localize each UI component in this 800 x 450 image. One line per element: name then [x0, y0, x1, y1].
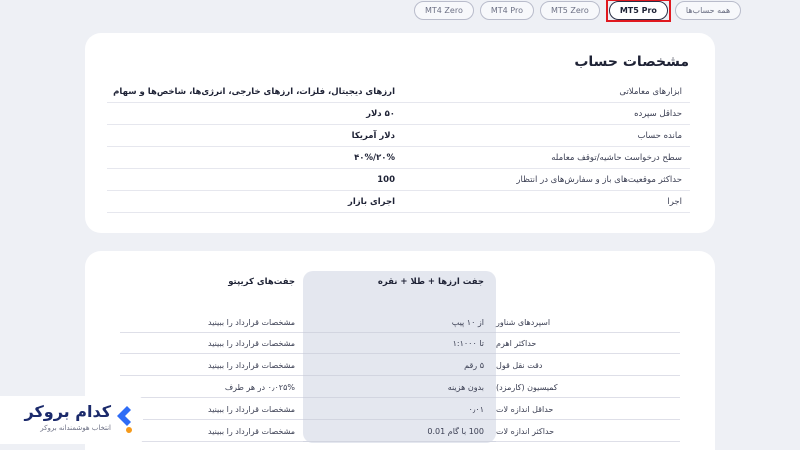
tab-mt4-pro[interactable]: MT4 Pro [479, 1, 534, 20]
table-row: حداقل اندازه لات ۰٫۰۱ مشخصات قرارداد را … [120, 399, 680, 420]
account-type-tabs: MT4 Zero MT4 Pro MT5 Zero MT5 Pro همه حس… [414, 0, 747, 22]
row-label: اسپردهای شناور [496, 312, 680, 333]
tab-mt5-zero[interactable]: MT5 Zero [539, 1, 600, 20]
table-row: اجرا اجرای بازار [107, 191, 690, 213]
account-specs-title: مشخصات حساب [574, 54, 689, 70]
row-value: ارزهای دیجیتال، فلزات، ارزهای خارجی، انر… [113, 86, 395, 97]
table-row: حداکثر موقعیت‌های باز و سفارش‌های در انت… [107, 169, 690, 191]
row-label: دقت نقل قول [496, 355, 680, 376]
table-row: ابزارهای معاملاتی ارزهای دیجیتال، فلزات،… [107, 81, 690, 103]
row-crypto-value: مشخصات قرارداد را ببینید [120, 399, 303, 420]
table-row: حداکثر اهرم تا ۱:۱۰۰۰ مشخصات قرارداد را … [120, 333, 680, 354]
logo-mark-icon [117, 406, 132, 433]
row-forex-value: تا ۱:۱۰۰۰ [303, 333, 496, 354]
row-value: 100 [377, 174, 395, 185]
table-row: حداقل سپرده ۵۰ دلار [107, 103, 690, 125]
logo-tagline: انتخاب هوشمندانه بروکر [40, 424, 111, 432]
row-forex-value: 100 با گام 0.01 [303, 421, 496, 442]
row-label: حداقل اندازه لات [496, 399, 680, 420]
brand-logo: کدام بروکر انتخاب هوشمندانه بروکر [0, 396, 143, 444]
row-forex-value: بدون هزینه [303, 377, 496, 398]
row-crypto-value: مشخصات قرارداد را ببینید [120, 355, 303, 376]
row-label: ابزارهای معاملاتی [619, 86, 682, 97]
table-header: جفت ارزها + طلا + نقره جفت‌های کریپتو [120, 271, 680, 292]
tab-all-accounts[interactable]: همه حساب‌ها [674, 1, 742, 20]
row-crypto-value: مشخصات قرارداد را ببینید [120, 333, 303, 354]
row-forex-value: ۵ رقم [303, 355, 496, 376]
row-value: ۵۰ دلار [366, 108, 395, 119]
row-forex-value: ۰٫۰۱ [303, 399, 496, 420]
header-forex-metals: جفت ارزها + طلا + نقره [377, 276, 484, 287]
table-row: دقت نقل قول ۵ رقم مشخصات قرارداد را ببین… [120, 355, 680, 376]
row-label: حداکثر موقعیت‌های باز و سفارش‌های در انت… [516, 174, 682, 185]
instrument-specs-table: جفت ارزها + طلا + نقره جفت‌های کریپتو اس… [120, 271, 680, 449]
table-row: اسپردهای شناور از ۱۰ پیپ مشخصات قرارداد … [120, 312, 680, 333]
row-label: حداکثر اهرم [496, 333, 680, 354]
row-crypto-value: ۰٫۰۲۵% در هر طرف [120, 377, 303, 398]
logo-name: کدام بروکر [24, 402, 112, 421]
row-label: حداکثر اندازه لات [496, 421, 680, 442]
row-label: مانده حساب [637, 130, 682, 141]
row-label: حداقل سپرده [634, 108, 682, 119]
account-specs-table: ابزارهای معاملاتی ارزهای دیجیتال، فلزات،… [107, 81, 690, 213]
row-label: اجرا [667, 196, 682, 207]
account-specs-card: مشخصات حساب ابزارهای معاملاتی ارزهای دیج… [85, 33, 715, 233]
row-label: کمیسیون (کارمزد) [496, 377, 680, 398]
row-value: دلار آمریکا [351, 130, 395, 141]
instrument-specs-card: جفت ارزها + طلا + نقره جفت‌های کریپتو اس… [85, 251, 715, 450]
row-forex-value: از ۱۰ پیپ [303, 312, 496, 333]
header-crypto: جفت‌های کریپتو [228, 276, 295, 287]
row-crypto-value: مشخصات قرارداد را ببینید [120, 312, 303, 333]
table-row: کمیسیون (کارمزد) بدون هزینه ۰٫۰۲۵% در هر… [120, 377, 680, 398]
row-label: سطح درخواست حاشیه/توقف معامله [551, 152, 682, 163]
table-row: مانده حساب دلار آمریکا [107, 125, 690, 147]
table-row: حداکثر اندازه لات 100 با گام 0.01 مشخصات… [120, 421, 680, 442]
row-crypto-value: مشخصات قرارداد را ببینید [120, 421, 303, 442]
table-row: سطح درخواست حاشیه/توقف معامله ۲۰%/۴۰% [107, 147, 690, 169]
tab-mt4-zero[interactable]: MT4 Zero [414, 1, 474, 20]
highlight-box: MT5 Pro [605, 0, 671, 22]
row-value: اجرای بازار [347, 196, 395, 207]
row-value: ۲۰%/۴۰% [354, 152, 395, 163]
tab-mt5-pro[interactable]: MT5 Pro [608, 1, 668, 20]
